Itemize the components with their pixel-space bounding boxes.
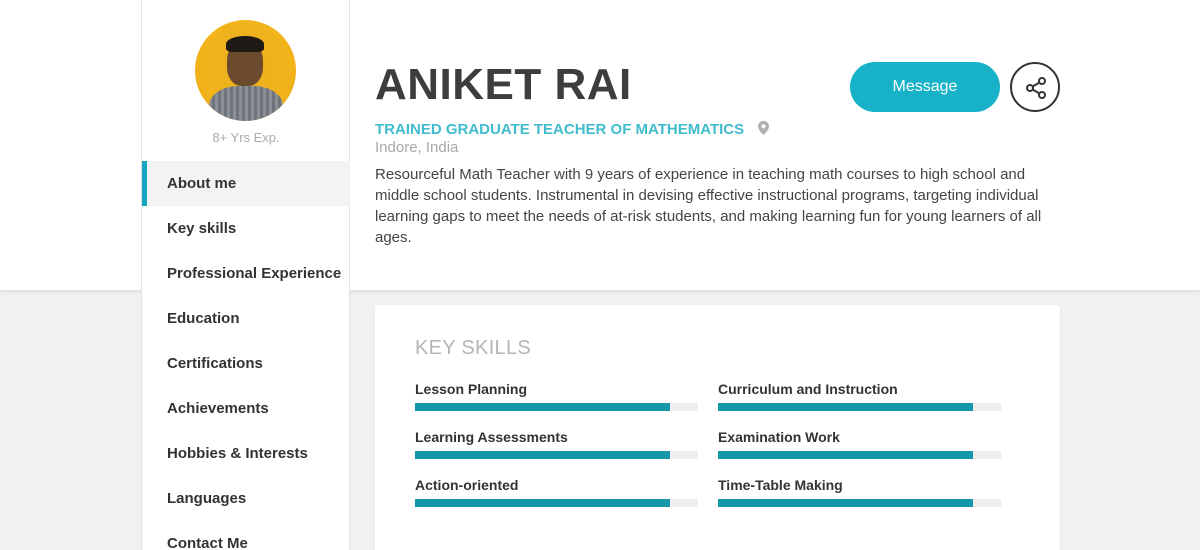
skill-bar-track — [718, 451, 1001, 459]
sidebar-item-contact-me[interactable]: Contact Me — [142, 521, 350, 550]
skill-bar-fill — [415, 499, 670, 507]
profile-name: ANIKET RAI — [375, 60, 632, 109]
sidebar-item-about-me[interactable]: About me — [142, 161, 350, 206]
sidebar-item-languages[interactable]: Languages — [142, 476, 350, 521]
skill-item: Action-oriented — [415, 476, 698, 507]
avatar-hair — [226, 36, 264, 52]
skill-item: Examination Work — [718, 428, 1001, 459]
sidebar-item-achievements[interactable]: Achievements — [142, 386, 350, 431]
share-icon — [1026, 77, 1046, 99]
skill-label: Curriculum and Instruction — [718, 381, 898, 397]
skill-bar-fill — [718, 499, 973, 507]
skill-label: Action-oriented — [415, 477, 519, 493]
skill-label: Examination Work — [718, 429, 840, 445]
sidebar: 8+ Yrs Exp. About me Key skills Professi… — [141, 0, 350, 550]
avatar-shirt — [209, 86, 283, 121]
location-pin-icon — [758, 121, 770, 135]
key-skills-heading: KEY SKILLS — [415, 337, 532, 359]
skill-bar-fill — [718, 451, 973, 459]
skill-bar-track — [415, 451, 698, 459]
skill-bar-track — [718, 499, 1001, 507]
message-button[interactable]: Message — [850, 62, 1000, 112]
experience-label: 8+ Yrs Exp. — [212, 130, 280, 145]
skill-bar-fill — [718, 403, 973, 411]
sidebar-nav: About me Key skills Professional Experie… — [142, 161, 350, 550]
avatar — [195, 20, 296, 121]
key-skills-card: KEY SKILLS Lesson Planning Curriculum an… — [375, 305, 1060, 550]
skill-bar-fill — [415, 451, 670, 459]
sidebar-item-professional-experience[interactable]: Professional Experience — [142, 251, 350, 296]
job-title: TRAINED GRADUATE TEACHER OF MATHEMATICS — [375, 121, 745, 138]
skill-label: Learning Assessments — [415, 429, 568, 445]
skill-label: Time-Table Making — [718, 477, 843, 493]
sidebar-item-key-skills[interactable]: Key skills — [142, 206, 350, 251]
share-button[interactable] — [1010, 62, 1060, 112]
sidebar-item-certifications[interactable]: Certifications — [142, 341, 350, 386]
skill-bar-fill — [415, 403, 670, 411]
skill-label: Lesson Planning — [415, 381, 528, 397]
skill-item: Curriculum and Instruction — [718, 380, 1001, 411]
skill-bar-track — [718, 403, 1001, 411]
profile-bio: Resourceful Math Teacher with 9 years of… — [375, 166, 1042, 246]
sidebar-item-education[interactable]: Education — [142, 296, 350, 341]
skill-bar-track — [415, 403, 698, 411]
skill-item: Lesson Planning — [415, 380, 698, 411]
sidebar-item-hobbies-interests[interactable]: Hobbies & Interests — [142, 431, 350, 476]
skill-bar-track — [415, 499, 698, 507]
skill-item: Learning Assessments — [415, 428, 698, 459]
profile-subtitle: TRAINED GRADUATE TEACHER OF MATHEMATICS … — [375, 121, 825, 157]
skill-item: Time-Table Making — [718, 476, 1001, 507]
location-label: Indore, India — [375, 139, 459, 156]
